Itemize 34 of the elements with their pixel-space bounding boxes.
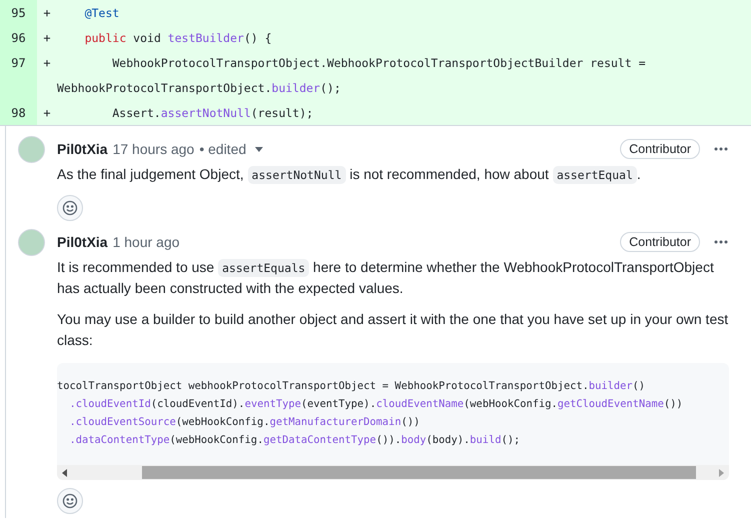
line-number: 95 [0,0,37,25]
code-line: .cloudEventId(cloudEventId).eventType(eventType).cloudEventName(webHookConfig.getCloudEventName()) [68,397,684,412]
edited-label[interactable]: • edited [199,141,246,157]
code-line: Assert.assertNotNull(result); [111,106,314,120]
code-line: WebhookProtocolTransportObject.builder(); [57,80,341,94]
horizontal-scrollbar[interactable] [57,465,729,480]
code-line: WebhookProtocolTransportObject.WebhookProtocolTransportObjectBuilder result = [111,56,646,70]
diff-sign: + [42,30,52,44]
code-line: .dataContentType(webHookConfig.getDataContentType()).body(body).build(); [68,433,521,448]
comment-text: As the final judgement Object, assertNotNull is not recommended, how about assertEqual . [57,165,642,185]
line-number: 98 [0,100,37,125]
diff-sign: + [42,106,52,120]
contributor-badge: Contributor [620,139,700,159]
smiley-icon [62,493,78,509]
code-line: @Test [84,6,120,20]
contributor-badge: Contributor [620,232,700,252]
scroll-left-icon[interactable] [60,468,70,478]
code-line: public void testBuilder() { [84,30,272,44]
add-reaction-button[interactable] [57,195,83,221]
diff-sign: + [42,6,52,20]
author-name[interactable]: Pil0tXia [57,234,108,250]
timestamp[interactable]: 1 hour ago [112,234,180,250]
line-number: 97 [0,50,37,75]
timestamp[interactable]: 17 hours ago [112,141,194,157]
comment-text: You may use a builder to build another object and assert it with the one that you have set up in your own test class: [57,310,729,350]
smiley-icon [62,200,78,216]
code-line: tocolTransportObject webhookProtocolTransportObject = WebhookProtocolTransportObject.builder() [57,379,646,394]
add-reaction-button[interactable] [57,488,83,514]
diff-sign: + [42,56,52,70]
line-number: 96 [0,25,37,50]
code-line: .cloudEventSource(webHookConfig.getManufacturerDomain()) [68,415,421,430]
author-name[interactable]: Pil0tXia [57,141,108,157]
comment-text: It is recommended to use assertEquals here to determine whether the WebhookProtocolTransportObject has actually been constructed with the expected values. [57,258,715,298]
caret-icon[interactable] [254,144,264,154]
